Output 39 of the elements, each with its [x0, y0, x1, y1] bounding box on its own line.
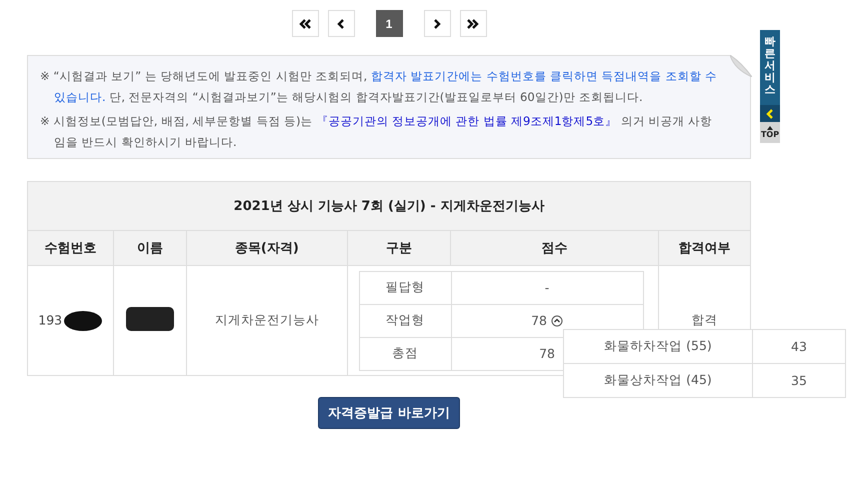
breakdown-score-cell: 35 — [752, 364, 846, 398]
page-button[interactable]: 1 — [376, 10, 402, 37]
next-page-button[interactable] — [424, 10, 450, 37]
redaction-blur — [63, 308, 104, 332]
table-title: 2021년 상시 기능사 7회 (실기) - 지게차운전기능사 — [28, 182, 750, 230]
qualification-cell: 지게차운전기능사 — [186, 266, 348, 376]
notice-text: ※ 시험정보(모범답안, 배점, 세부문항별 득점 등)는 『공공기관의 정보공개에 관한 법률 제9조제1항제5호』 의거 비공개 사항임을 반드시 확인하시기 바랍니다. — [40, 113, 714, 151]
collapse-arrow-button[interactable] — [760, 105, 780, 122]
double-chevron-left-icon — [299, 18, 311, 30]
column-header: 종목(자격) — [186, 230, 348, 266]
quick-service-tab[interactable]: 빠른서비스 — [760, 30, 780, 105]
collapse-icon[interactable] — [550, 314, 563, 326]
score-cell: - — [451, 271, 644, 304]
chevron-up-icon — [550, 314, 563, 326]
last-page-button[interactable] — [460, 10, 486, 37]
breakdown-item-cell: 화물하차작업 (55) — [564, 330, 752, 364]
column-header: 이름 — [114, 230, 187, 266]
score-type-cell: 작업형 — [359, 304, 452, 337]
previous-page-button[interactable] — [328, 10, 354, 37]
column-header: 점수 — [450, 230, 658, 266]
first-page-button[interactable] — [292, 10, 318, 37]
breakdown-item-cell: 화물상차작업 (45) — [564, 364, 752, 398]
redaction-blur — [125, 305, 176, 333]
column-header: 수험번호 — [28, 230, 114, 266]
notice-text: ※ “시험결과 보기” 는 당해년도에 발표중인 시험만 조회되며, 합격자 발표기간에는 수험번호를 클릭하면 득점내역을 조회할 수 있습니다. 단, 전문자격의 “시험결과보기”는 해당시험의 합격자발표기간(발표일로부터 60일간)만 조회됩니다. — [40, 68, 718, 106]
exam-number: 193 — [38, 312, 62, 327]
triangle-up-icon — [767, 126, 773, 130]
chevron-left-icon — [335, 18, 347, 30]
score-value: 78 — [531, 313, 547, 328]
score-type-cell: 총점 — [359, 337, 452, 370]
column-header: 합격여부 — [658, 230, 750, 266]
certificate-button[interactable]: 자격증발급 바로가기 — [318, 397, 460, 429]
double-chevron-right-icon — [467, 18, 479, 30]
breakdown-score-cell: 43 — [752, 330, 846, 364]
chevron-left-icon — [766, 108, 774, 118]
chevron-right-icon — [431, 18, 443, 30]
score-type-cell: 필답형 — [359, 271, 452, 304]
column-header: 구분 — [347, 230, 451, 266]
top-button[interactable]: TOP — [760, 122, 780, 143]
